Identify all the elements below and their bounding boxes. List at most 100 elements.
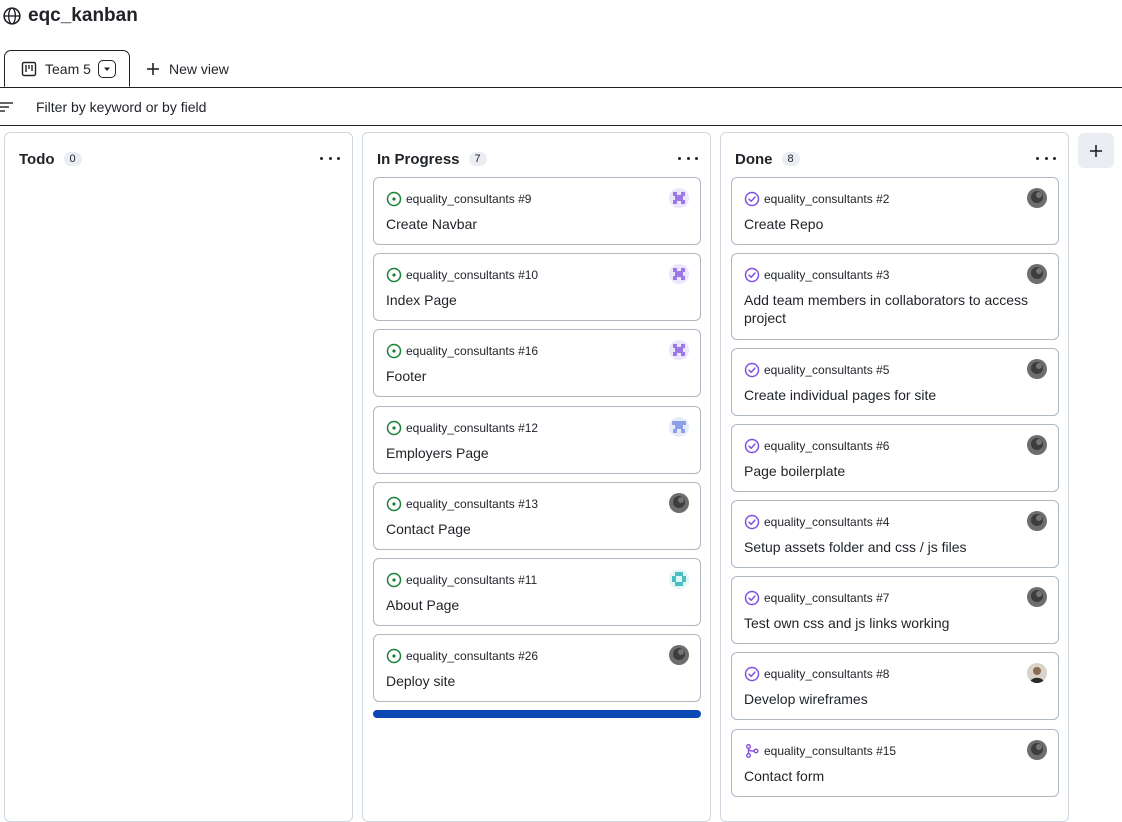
avatar-image	[669, 264, 689, 284]
board-card[interactable]: equality_consultants #9 Create Navbar	[373, 177, 701, 245]
column-menu-icon[interactable]	[1036, 151, 1056, 165]
assignee-avatar[interactable]	[1027, 511, 1047, 531]
card-repo-number: equality_consultants #16	[406, 344, 539, 358]
card-meta: equality_consultants #7	[744, 590, 889, 606]
card-meta: equality_consultants #4	[744, 514, 889, 530]
filter-input[interactable]	[34, 97, 438, 116]
plus-icon	[147, 62, 159, 75]
assignee-avatar[interactable]	[1027, 587, 1047, 607]
open-issue-icon	[386, 572, 402, 588]
card-repo-number: equality_consultants #9	[406, 192, 532, 206]
card-meta: equality_consultants #5	[744, 362, 889, 378]
assignee-avatar[interactable]	[1027, 663, 1047, 683]
column-count-badge: 0	[63, 152, 82, 166]
new-view-label: New view	[169, 60, 229, 77]
assignee-avatar[interactable]	[669, 645, 689, 665]
closed-issue-icon	[744, 590, 760, 606]
board-card[interactable]: equality_consultants #8 Develop wireframe…	[731, 652, 1059, 720]
card-meta: equality_consultants #6	[744, 438, 889, 454]
assignee-avatar[interactable]	[669, 340, 689, 360]
project-header: eqc_kanban	[0, 4, 138, 28]
card-title[interactable]: Page boilerplate	[744, 462, 1038, 480]
open-issue-icon	[386, 267, 402, 283]
board-card[interactable]: equality_consultants #4 Setup assets fold…	[731, 500, 1059, 568]
tab-label: Team 5	[45, 60, 91, 77]
card-title[interactable]: Employers Page	[386, 444, 680, 462]
board-card[interactable]: equality_consultants #12 Employers Page	[373, 406, 701, 474]
filter-icon	[0, 101, 13, 112]
card-meta: equality_consultants #3	[744, 267, 889, 283]
board-card[interactable]: equality_consultants #6 Page boilerplate	[731, 424, 1059, 492]
card-repo-number: equality_consultants #15	[764, 744, 897, 758]
column-header: In Progress 7	[377, 149, 487, 169]
card-title[interactable]: Create individual pages for site	[744, 386, 1038, 404]
tab-team-5[interactable]: Team 5	[4, 50, 130, 87]
board-card[interactable]: equality_consultants #7 Test own css and …	[731, 576, 1059, 644]
column-count-badge: 7	[468, 152, 487, 166]
closed-issue-icon	[744, 514, 760, 530]
card-title[interactable]: Develop wireframes	[744, 690, 1038, 708]
drop-indicator	[373, 710, 701, 718]
card-repo-number: equality_consultants #2	[764, 192, 890, 206]
column-in-progress: In Progress 7 equality_consultants #9 Creat…	[362, 132, 711, 822]
board-card[interactable]: equality_consultants #3 Add team members …	[731, 253, 1059, 340]
board-card[interactable]: equality_consultants #26 Deploy site	[373, 634, 701, 702]
board-card[interactable]: equality_consultants #15 Contact form	[731, 729, 1059, 797]
plus-icon	[1090, 144, 1102, 157]
card-title[interactable]: Contact Page	[386, 520, 680, 538]
view-options-button[interactable]	[97, 59, 116, 78]
assignee-avatar[interactable]	[1027, 264, 1047, 284]
view-tabbar: Team 5 New view	[0, 50, 1122, 88]
card-meta: equality_consultants #9	[386, 191, 531, 207]
assignee-avatar[interactable]	[1027, 188, 1047, 208]
open-issue-icon	[386, 343, 402, 359]
column-title: In Progress	[377, 150, 460, 168]
board-card[interactable]: equality_consultants #16 Footer	[373, 329, 701, 397]
card-meta: equality_consultants #16	[386, 343, 538, 359]
card-title[interactable]: Footer	[386, 367, 680, 385]
board-card[interactable]: equality_consultants #11 About Page	[373, 558, 701, 626]
column-title: Done	[735, 150, 773, 168]
card-title[interactable]: Create Repo	[744, 215, 1038, 233]
card-meta: equality_consultants #11	[386, 572, 537, 588]
add-column-button[interactable]	[1078, 133, 1114, 168]
column-menu-icon[interactable]	[320, 151, 340, 165]
assignee-avatar[interactable]	[669, 188, 689, 208]
card-repo-number: equality_consultants #7	[764, 591, 890, 605]
assignee-avatar[interactable]	[1027, 435, 1047, 455]
card-title[interactable]: Create Navbar	[386, 215, 680, 233]
assignee-avatar[interactable]	[1027, 740, 1047, 760]
assignee-avatar[interactable]	[669, 417, 689, 437]
card-title[interactable]: Index Page	[386, 291, 680, 309]
closed-issue-icon	[744, 267, 760, 283]
card-repo-number: equality_consultants #11	[406, 573, 538, 587]
column-menu-icon[interactable]	[678, 151, 698, 165]
assignee-avatar[interactable]	[1027, 359, 1047, 379]
card-title[interactable]: Deploy site	[386, 672, 680, 690]
project-board-icon	[21, 61, 37, 76]
assignee-avatar[interactable]	[669, 264, 689, 284]
card-meta: equality_consultants #15	[744, 743, 896, 759]
card-repo-number: equality_consultants #13	[406, 497, 539, 511]
assignee-avatar[interactable]	[669, 569, 689, 589]
board-card[interactable]: equality_consultants #10 Index Page	[373, 253, 701, 321]
avatar-image	[1027, 511, 1047, 531]
open-issue-icon	[386, 420, 402, 436]
card-title[interactable]: Contact form	[744, 767, 1038, 785]
card-repo-number: equality_consultants #5	[764, 363, 890, 377]
card-title[interactable]: Setup assets folder and css / js files	[744, 538, 1038, 556]
column-count-badge: 8	[781, 152, 800, 166]
avatar-image	[669, 493, 689, 513]
column-header: Todo 0	[19, 149, 82, 169]
assignee-avatar[interactable]	[669, 493, 689, 513]
closed-issue-icon	[744, 438, 760, 454]
open-issue-icon	[386, 648, 402, 664]
board-card[interactable]: equality_consultants #5 Create individual…	[731, 348, 1059, 416]
card-title[interactable]: Add team members in collaborators to acc…	[744, 291, 1038, 327]
board-card[interactable]: equality_consultants #2 Create Repo	[731, 177, 1059, 245]
new-view-button[interactable]: New view	[146, 50, 229, 87]
card-title[interactable]: Test own css and js links working	[744, 614, 1038, 632]
avatar-image	[669, 569, 689, 589]
board-card[interactable]: equality_consultants #13 Contact Page	[373, 482, 701, 550]
card-title[interactable]: About Page	[386, 596, 680, 614]
